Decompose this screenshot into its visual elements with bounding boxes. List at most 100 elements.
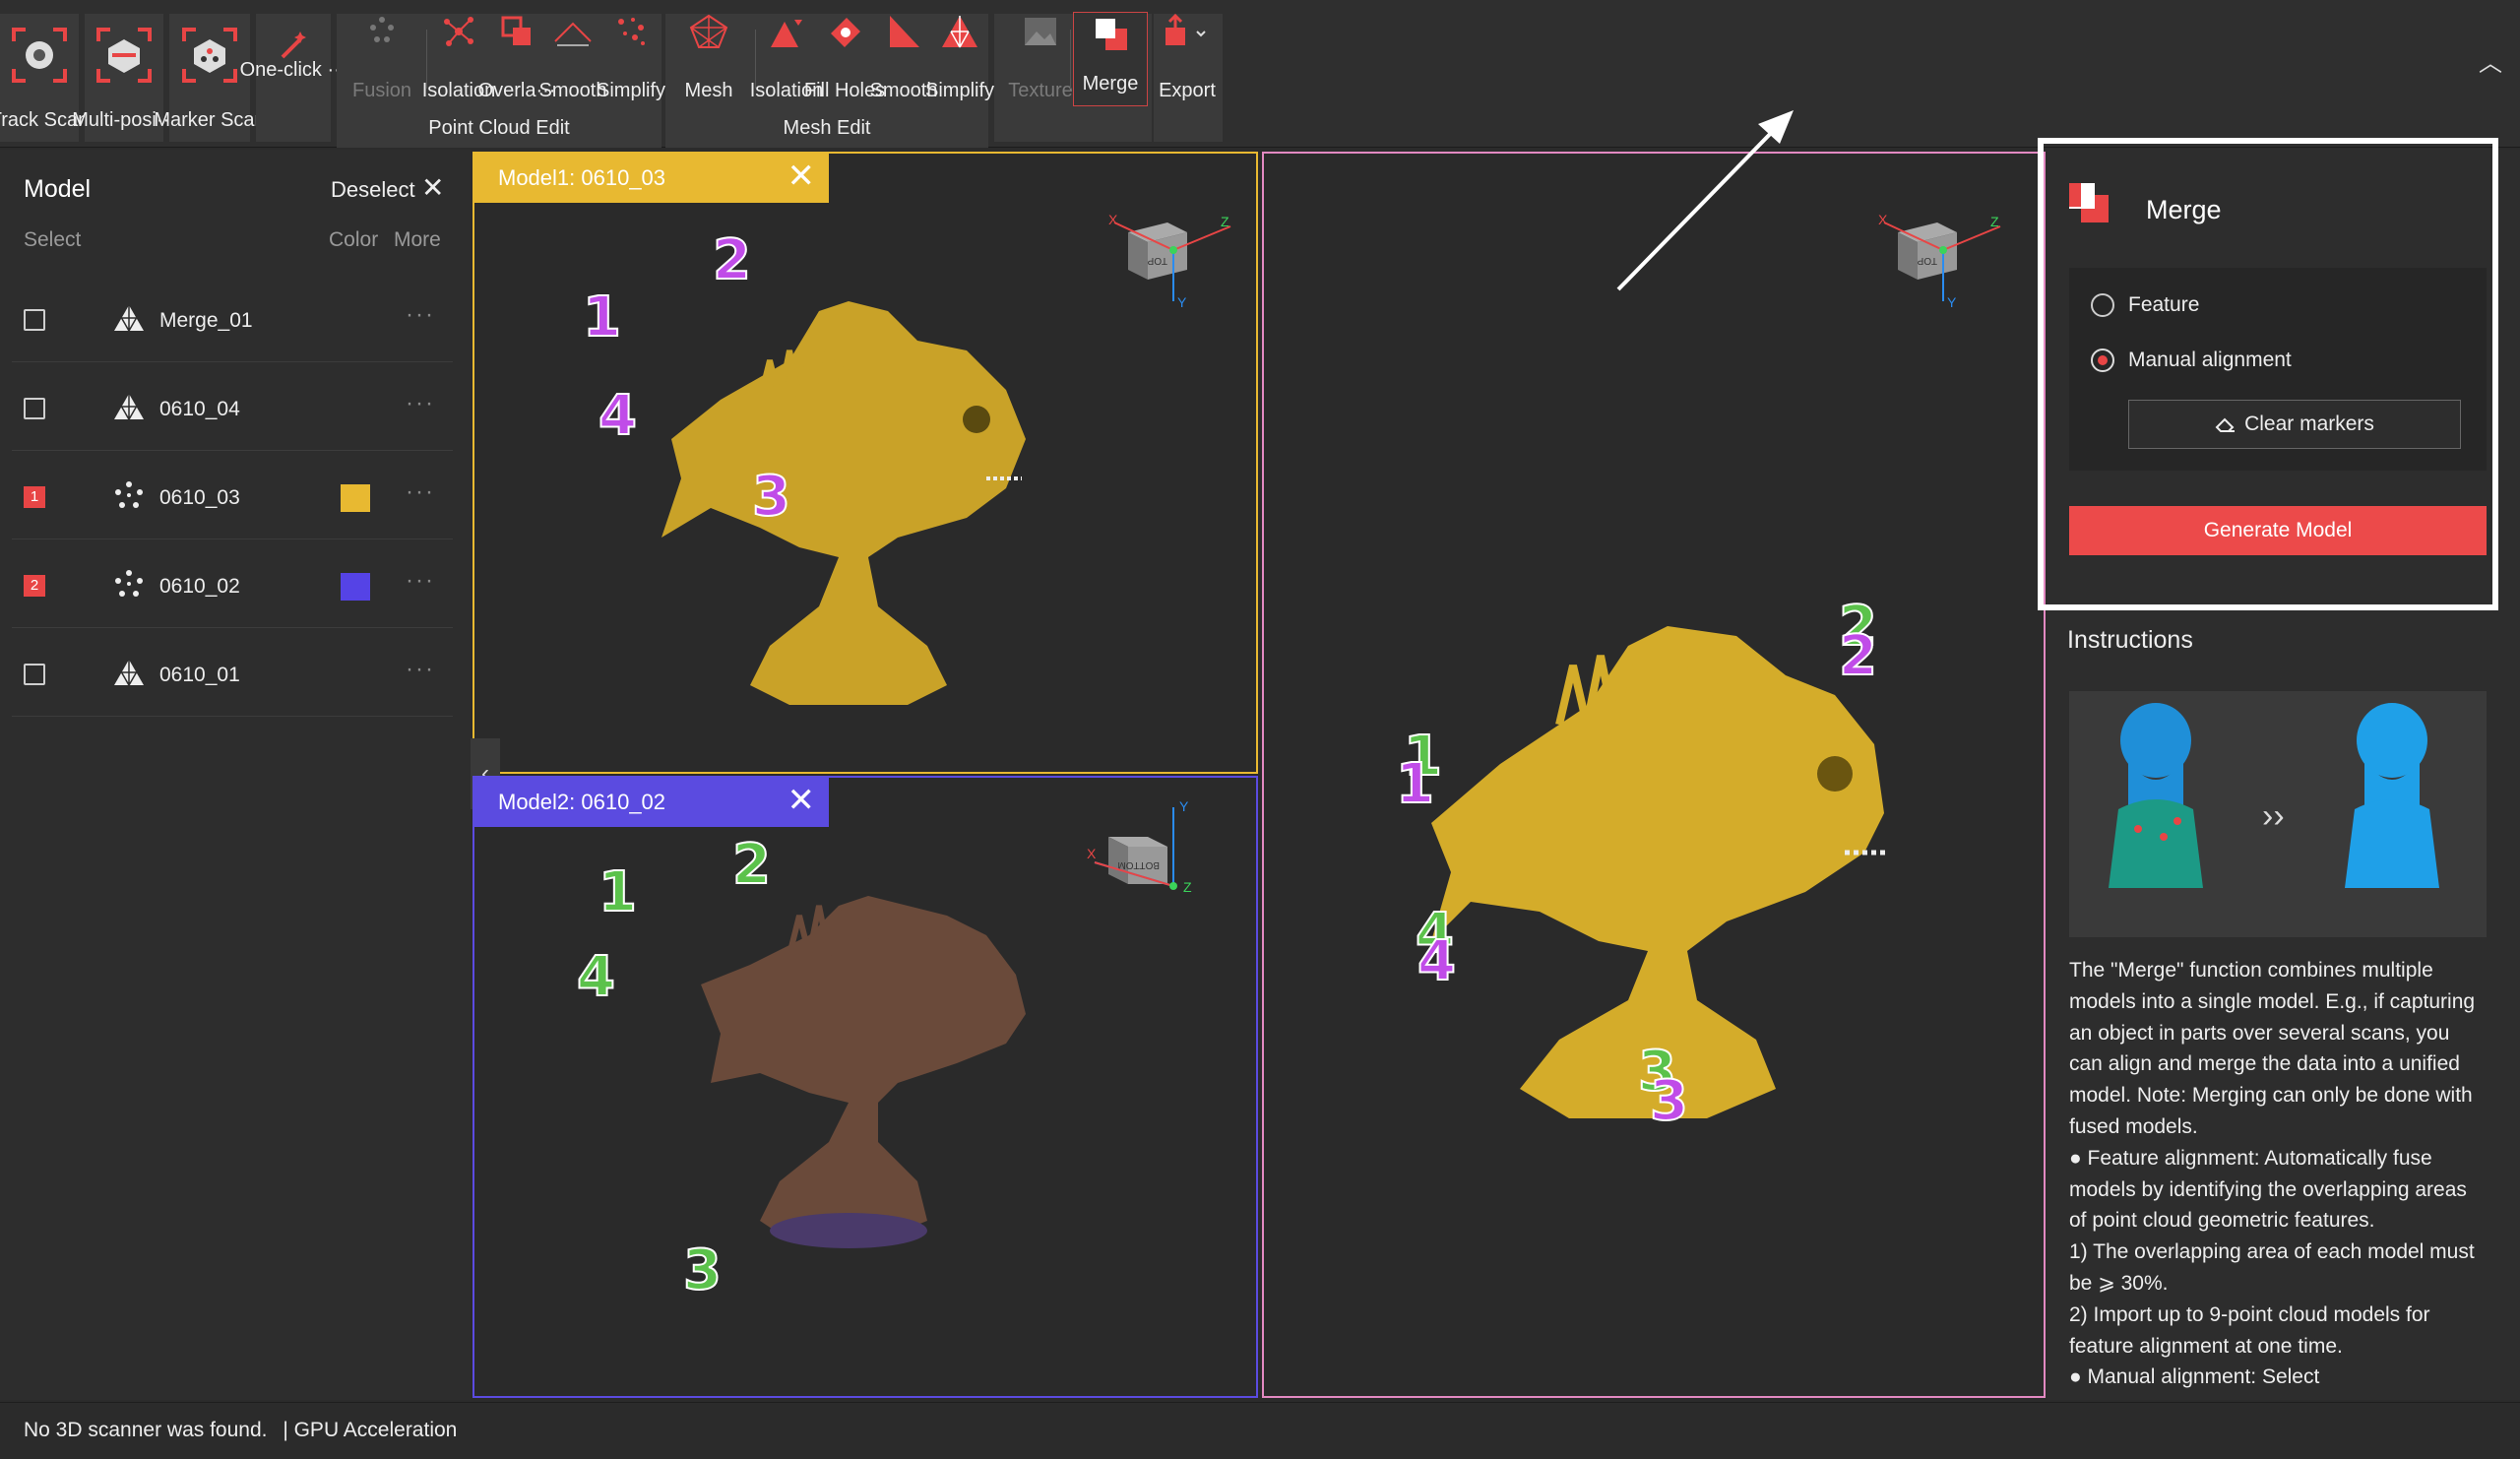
model-row[interactable]: 0610_04 ··· (12, 364, 453, 451)
model-row[interactable]: Merge_01 ··· (12, 276, 453, 362)
instructions-paragraph: ● Manual alignment: Select (2069, 1365, 2320, 1389)
simplify-icon (618, 18, 645, 45)
more-options-icon[interactable]: ··· (406, 656, 435, 683)
select-column-header: Select (24, 228, 82, 251)
mesh-model-icon (114, 305, 144, 332)
texture-label: Texture (1008, 80, 1073, 101)
model-row[interactable]: 0610_01 ··· (12, 630, 453, 717)
multi-position-button[interactable]: Multi-posi··· (72, 14, 176, 142)
model-panel-title: Model (24, 175, 92, 203)
point-cloud-model-icon (115, 481, 143, 508)
model1-title: Model1: 0610_03 (498, 165, 666, 190)
selection-order-badge[interactable]: 1 (24, 486, 45, 508)
instructions-title: Instructions (2067, 626, 2193, 654)
point-label-2: 2 (731, 832, 772, 898)
fill-holes-button[interactable]: Fill Holes (804, 14, 885, 102)
more-options-icon[interactable]: ··· (406, 567, 435, 595)
fill-holes-icon (831, 18, 860, 47)
close-icon[interactable]: ✕ (421, 171, 444, 204)
feature-option-label[interactable]: Feature (2128, 293, 2199, 317)
toolbar: Track Scan Multi-posi··· Marker Scan One… (0, 0, 2520, 148)
model1-viewport[interactable]: Model1: 0610_03 ✕ TOP X Z Y 1 2 3 4 (472, 152, 1258, 774)
view-cube-icon[interactable]: TOP X Z Y (1104, 203, 1232, 311)
one-click-button[interactable]: One-click ··· (240, 14, 346, 142)
overlap-button[interactable]: Overla··· (478, 14, 555, 102)
fusion-button[interactable]: Fusion (346, 14, 417, 102)
axis-z-label: Z (1221, 214, 1229, 229)
merge-panel-title: Merge (2146, 195, 2222, 224)
transition-arrows: ›› (2262, 797, 2285, 835)
model-name: 0610_03 (159, 486, 240, 509)
pc-simplify-button[interactable]: Simplify (597, 14, 665, 102)
row-checkbox[interactable] (24, 664, 45, 685)
app-window: Track Scan Multi-posi··· Marker Scan One… (0, 0, 2520, 1459)
color-swatch[interactable] (341, 484, 370, 512)
model-row[interactable]: 2 0610_02 ··· (12, 541, 453, 628)
one-click-label: One-click ··· (239, 59, 347, 81)
row-checkbox[interactable] (24, 398, 45, 419)
more-options-icon[interactable]: ··· (406, 301, 435, 329)
texture-button[interactable]: Texture (1006, 14, 1075, 102)
mesh-model-icon (114, 660, 144, 686)
deselect-button[interactable]: Deselect (331, 177, 415, 203)
view-cube-label: TOP (1917, 255, 1937, 266)
mesh-simplify-button[interactable]: Simplify (925, 14, 994, 102)
color-swatch[interactable] (341, 573, 370, 601)
clear-markers-button[interactable]: Clear markers (2128, 400, 2461, 449)
overlap-icon (501, 16, 531, 45)
generate-model-button[interactable]: Generate Model (2069, 506, 2487, 555)
mesh-label: Mesh (684, 80, 733, 101)
marker-scan-button[interactable]: Marker Scan (154, 14, 266, 142)
isolation-icon (444, 17, 473, 46)
merged-viewport[interactable]: TOP X Z Y 2 2 1 1 4 4 3 3 (1262, 152, 2046, 1398)
model2-title: Model2: 0610_02 (498, 790, 666, 814)
fusion-label: Fusion (351, 80, 412, 101)
mesh-icon (689, 14, 728, 48)
close-icon[interactable]: ✕ (788, 778, 816, 823)
mesh-smooth-icon (890, 16, 919, 47)
track-scan-icon (12, 28, 67, 83)
model-name: 0610_01 (159, 664, 240, 686)
more-column-header: More (394, 228, 441, 251)
instructions-paragraph: The "Merge" function combines multiple m… (2069, 959, 2476, 1138)
point-label-1: 1 (598, 859, 638, 925)
bust-merge-illustration: ›› (2109, 703, 2439, 888)
mesh-simplify-icon (942, 16, 977, 48)
model-name: Merge_01 (159, 309, 253, 332)
model1-tab: Model1: 0610_03 ✕ (474, 154, 829, 203)
selection-order-badge[interactable]: 2 (24, 575, 45, 597)
view-cube-icon[interactable]: BOTTOM Y X Z (1085, 797, 1213, 906)
instructions-text: The "Merge" function combines multiple m… (2069, 955, 2487, 1398)
export-label: Export (1159, 80, 1216, 101)
model2-viewport[interactable]: Model2: 0610_02 ✕ BOTTOM Y X Z 1 2 3 4 (472, 776, 1258, 1398)
pc-smooth-button[interactable]: Smooth (539, 14, 606, 102)
marker-scan-label: Marker Scan (154, 109, 266, 131)
mesh-smooth-button[interactable]: Smooth (870, 14, 937, 102)
mesh-model-icon (114, 394, 144, 420)
clear-markers-label: Clear markers (2244, 412, 2374, 435)
instructions-illustration: ›› (2069, 691, 2487, 937)
feature-radio[interactable] (2091, 293, 2114, 317)
model-name: 0610_02 (159, 575, 240, 598)
point-label-2-purple: 2 (1838, 623, 1878, 689)
point-label-3: 3 (682, 1237, 723, 1303)
point-label-3-purple: 3 (1649, 1068, 1689, 1134)
model-panel: Model Deselect ✕ Select Color More Merge… (0, 150, 471, 1400)
more-options-icon[interactable]: ··· (406, 478, 435, 506)
manual-alignment-radio[interactable] (2091, 349, 2114, 372)
instructions-paragraph: ● Feature alignment: Automatically fuse … (2069, 1146, 2467, 1233)
axis-z-label: Z (1183, 879, 1192, 895)
more-options-icon[interactable]: ··· (406, 390, 435, 417)
manual-alignment-label[interactable]: Manual alignment (2128, 349, 2292, 372)
track-scan-button[interactable]: Track Scan (0, 14, 89, 142)
collapse-toolbar-icon[interactable]: ︿ (2479, 43, 2502, 78)
close-icon[interactable]: ✕ (788, 154, 816, 199)
model-row[interactable]: 1 0610_03 ··· (12, 453, 453, 539)
fish-model-yellow (662, 301, 1026, 705)
mesh-button[interactable]: Mesh (681, 14, 736, 102)
view-cube-icon[interactable]: TOP X Z Y (1874, 203, 2002, 311)
merge-button[interactable]: Merge (1073, 12, 1148, 106)
export-button[interactable]: Export (1158, 14, 1217, 102)
point-label-1-purple: 1 (1395, 751, 1435, 817)
row-checkbox[interactable] (24, 309, 45, 331)
